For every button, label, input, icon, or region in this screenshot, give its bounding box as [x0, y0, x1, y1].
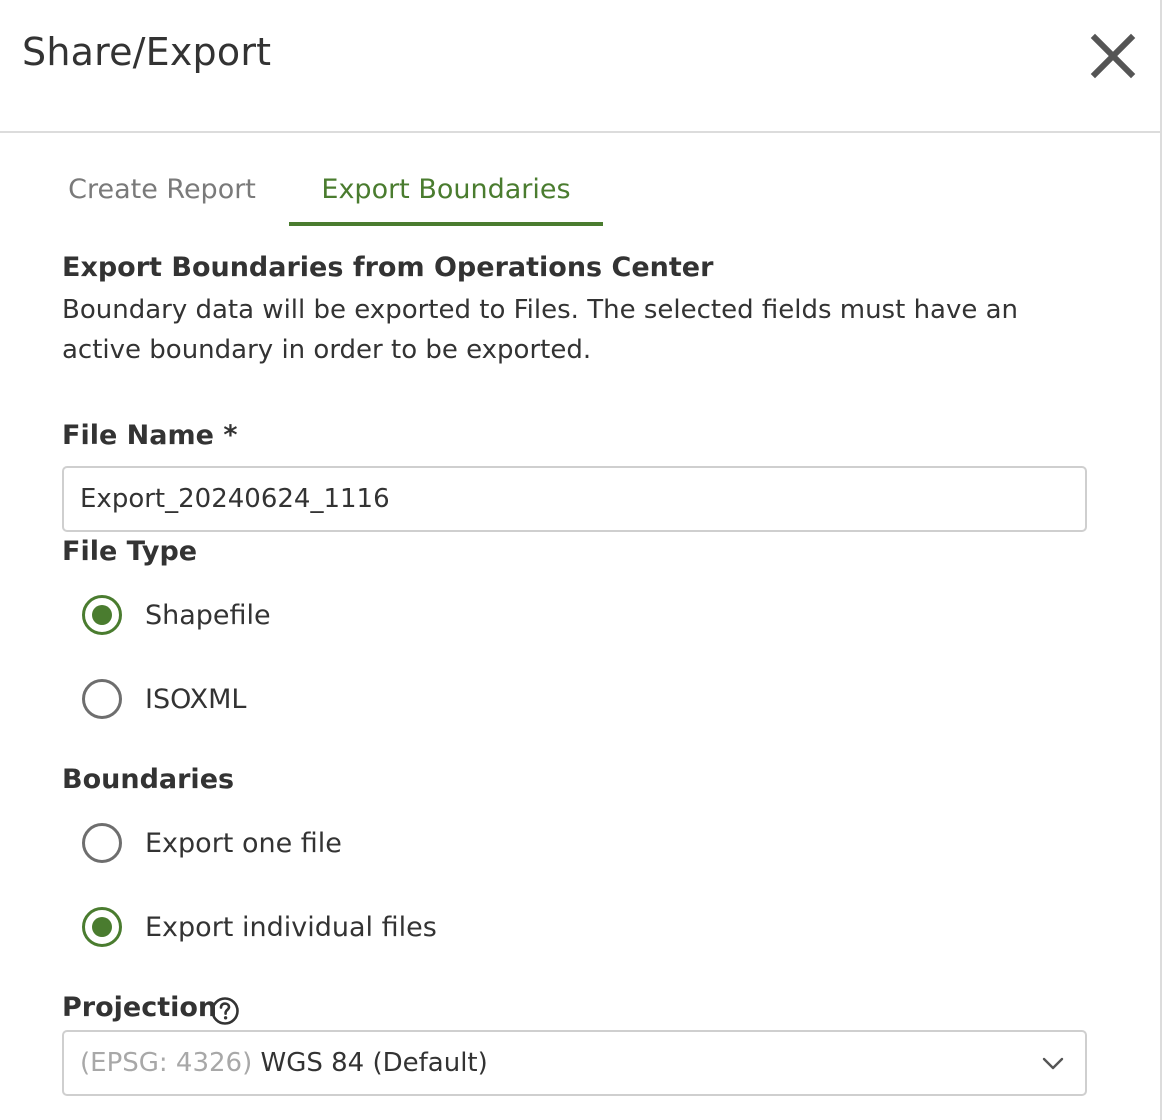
radio-shapefile[interactable]: [82, 595, 122, 635]
share-export-dialog: Share/Export Create Report Export Bounda…: [0, 0, 1162, 1120]
dialog-header: Share/Export: [0, 0, 1162, 133]
radio-option-export-one-file[interactable]: Export one file: [82, 821, 342, 865]
radio-label-shapefile: Shapefile: [145, 599, 271, 631]
radio-label-isoxml: ISOXML: [145, 683, 247, 715]
file-name-label: File Name *: [62, 420, 238, 451]
radio-isoxml[interactable]: [82, 679, 122, 719]
close-button[interactable]: [1090, 33, 1136, 79]
file-type-label: File Type: [62, 536, 198, 567]
radio-option-isoxml[interactable]: ISOXML: [82, 677, 246, 721]
section-heading: Export Boundaries from Operations Center: [62, 252, 714, 283]
section-description: Boundary data will be exported to Files.…: [62, 295, 1019, 365]
tab-create-report[interactable]: Create Report: [52, 160, 272, 224]
tab-export-boundaries[interactable]: Export Boundaries: [289, 160, 603, 226]
radio-label-export-one-file: Export one file: [145, 827, 342, 859]
close-icon: [1090, 33, 1136, 79]
file-name-input[interactable]: [62, 466, 1087, 532]
radio-label-export-individual-files: Export individual files: [145, 911, 437, 943]
radio-option-shapefile[interactable]: Shapefile: [82, 593, 271, 637]
tab-bar: Create Report Export Boundaries: [0, 160, 700, 226]
projection-selected-value: (EPSG: 4326) WGS 84 (Default): [80, 1032, 488, 1094]
projection-name: WGS 84 (Default): [260, 1048, 488, 1078]
radio-export-one-file[interactable]: [82, 823, 122, 863]
help-circle-icon[interactable]: [210, 996, 240, 1026]
radio-option-export-individual-files[interactable]: Export individual files: [82, 905, 437, 949]
dialog-title: Share/Export: [22, 30, 272, 74]
projection-select[interactable]: (EPSG: 4326) WGS 84 (Default): [62, 1030, 1087, 1096]
radio-export-individual-files[interactable]: [82, 907, 122, 947]
projection-label: Projection: [62, 992, 218, 1023]
boundaries-label: Boundaries: [62, 764, 235, 795]
chevron-down-icon: [1041, 1052, 1065, 1076]
projection-code: (EPSG: 4326): [80, 1048, 253, 1078]
